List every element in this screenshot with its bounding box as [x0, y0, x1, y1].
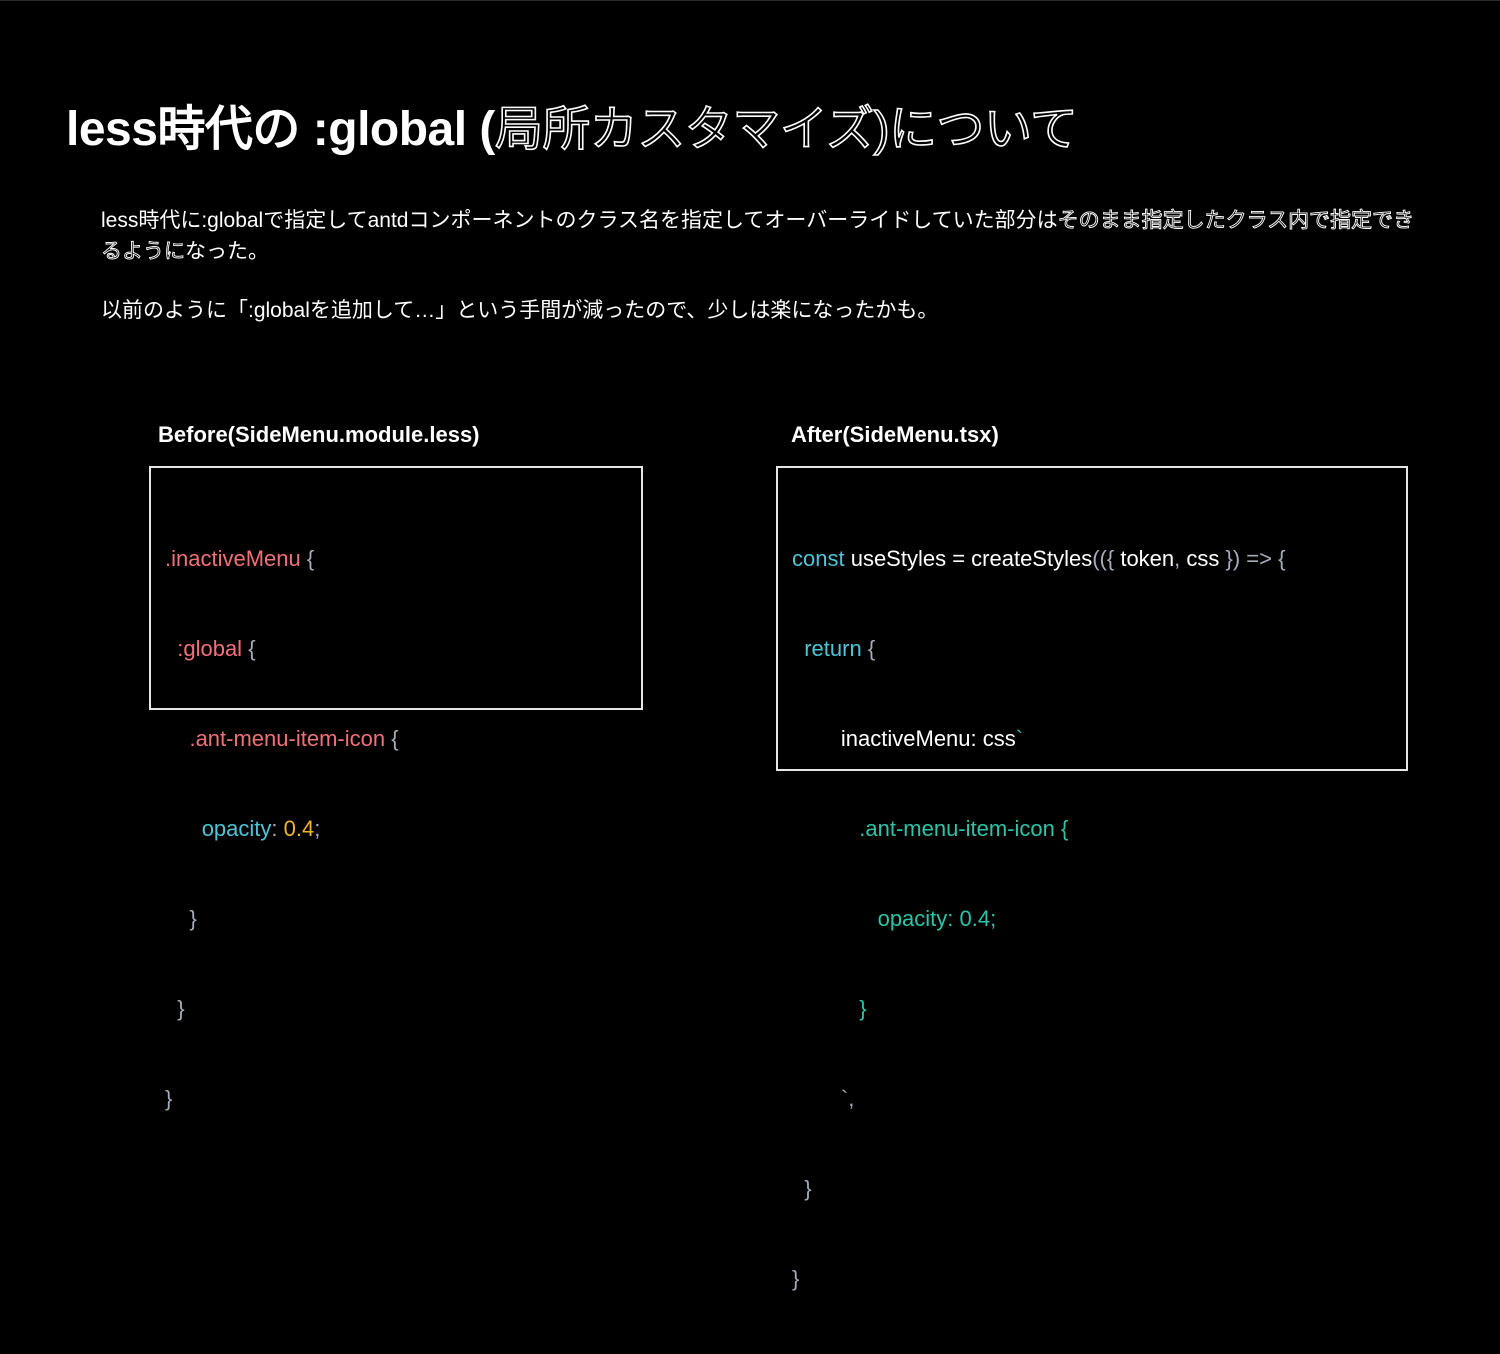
title-outline: 局所カスタマイズ)について	[494, 102, 1079, 157]
code-line: }	[792, 1174, 1285, 1204]
code-selector: .inactiveMenu	[165, 546, 301, 571]
code-text: useStyles = createStyles	[844, 546, 1093, 571]
code-punctuation: {	[242, 636, 256, 661]
code-punctuation: }	[177, 996, 185, 1021]
code-line: }	[165, 994, 399, 1024]
code-line: .ant-menu-item-icon {	[792, 814, 1285, 844]
code-template-tick: `	[1015, 726, 1024, 751]
code-line: opacity: 0.4;	[792, 904, 1285, 934]
code-line: .inactiveMenu {	[165, 544, 399, 574]
code-keyword: const	[792, 546, 845, 571]
paragraph-1-plain: less時代に:globalで指定してantdコンポーネントのクラス名を指定して…	[101, 209, 1058, 232]
after-code-box: const useStyles = createStyles(({ token,…	[776, 466, 1408, 1291]
before-code: .inactiveMenu { :global { .ant-menu-item…	[165, 484, 399, 1174]
code-punctuation: }	[792, 1266, 800, 1291]
code-punctuation: }) => {	[1225, 546, 1286, 571]
code-text: css	[1180, 546, 1226, 571]
code-line: }	[165, 1084, 399, 1114]
code-punctuation: {	[861, 636, 876, 661]
code-template-css: }	[859, 996, 867, 1021]
code-punctuation: }	[189, 906, 197, 931]
code-property: opacity	[201, 816, 272, 841]
code-template-css: opacity: 0.4;	[877, 906, 997, 931]
before-code-box: .inactiveMenu { :global { .ant-menu-item…	[149, 466, 643, 1111]
paragraph-2: 以前のように「:globalを追加して…」という手間が減ったので、少しは楽になっ…	[101, 299, 939, 322]
code-punctuation: }	[804, 1176, 812, 1201]
code-line: }	[792, 1264, 1285, 1294]
code-punctuation: ;	[314, 816, 321, 841]
code-line: inactiveMenu: css`	[792, 724, 1285, 754]
after-heading: After(SideMenu.tsx)	[791, 422, 999, 447]
code-line: const useStyles = createStyles(({ token,…	[792, 544, 1285, 574]
code-text: token	[1114, 546, 1175, 571]
code-line: opacity: 0.4;	[165, 814, 399, 844]
code-selector: .ant-menu-item-icon	[189, 726, 386, 751]
code-punctuation: :	[271, 816, 284, 841]
code-line: }	[792, 994, 1285, 1024]
code-punctuation: {	[385, 726, 399, 751]
code-punctuation: (({	[1092, 546, 1115, 571]
code-line: return {	[792, 634, 1285, 664]
slide: less時代の :global (局所カスタマイズ)について less時代に:g…	[0, 0, 1500, 1291]
paragraph-1-tail: なった。	[185, 240, 269, 263]
code-keyword: return	[804, 636, 862, 661]
before-heading: Before(SideMenu.module.less)	[158, 422, 480, 447]
code-line: }	[165, 904, 399, 934]
code-text: inactiveMenu: css	[840, 726, 1016, 751]
after-code: const useStyles = createStyles(({ token,…	[792, 484, 1285, 1354]
code-line: `,	[792, 1084, 1285, 1114]
slide-title: less時代の :global (局所カスタマイズ)について	[66, 89, 1079, 159]
code-template-css: .ant-menu-item-icon {	[859, 816, 1069, 841]
code-line: :global {	[165, 634, 399, 664]
code-selector: :global	[177, 636, 243, 661]
title-main: less時代の :global (	[66, 103, 495, 156]
code-punctuation: }	[165, 1086, 173, 1111]
code-punctuation: {	[300, 546, 315, 571]
paragraph-1: less時代に:globalで指定してantdコンポーネントのクラス名を指定して…	[101, 205, 1431, 267]
code-number: 0.4	[283, 816, 315, 841]
code-punctuation: `,	[840, 1086, 855, 1111]
code-line: .ant-menu-item-icon {	[165, 724, 399, 754]
